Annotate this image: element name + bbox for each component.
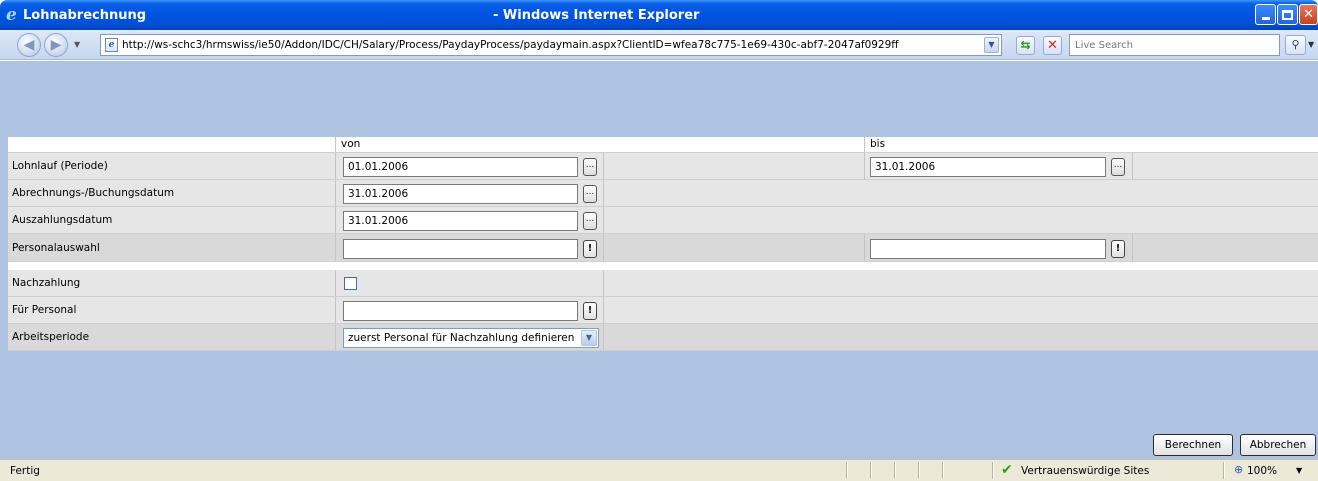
header-banner [0, 61, 1318, 137]
stop-icon: ✕ [1047, 38, 1058, 53]
address-dropdown-button[interactable]: ▼ [984, 37, 999, 53]
close-icon: ✕ [1303, 7, 1314, 22]
arbeitsperiode-selected-value: zuerst Personal für Nachzahlung definier… [348, 332, 575, 344]
lohnlauf-from-input[interactable]: 01.01.2006 [343, 157, 578, 177]
nachzahlung-checkbox[interactable] [344, 277, 357, 290]
refresh-icon: ⇆ [1020, 38, 1031, 52]
row-spacer [8, 262, 1318, 270]
security-zone-label[interactable]: Vertrauenswürdige Sites [1021, 465, 1149, 477]
label-fuer-personal: Für Personal [12, 304, 77, 316]
address-toolbar: ◀ ▶ ▼ e http://ws-schc3/hrmswiss/ie50/Ad… [0, 30, 1318, 60]
lohnlauf-from-picker-button[interactable]: ... [583, 158, 597, 176]
label-buchungsdatum: Abrechnungs-/Buchungsdatum [12, 187, 175, 199]
row-arbeitsperiode: Arbeitsperiode zuerst Personal für Nachz… [8, 324, 1318, 351]
label-personalauswahl: Personalauswahl [12, 241, 100, 254]
minimize-icon [1261, 17, 1270, 20]
live-search-box[interactable] [1069, 34, 1280, 56]
row-buchungsdatum: Abrechnungs-/Buchungsdatum 31.01.2006 ..… [8, 180, 1318, 207]
window-app-title: - Windows Internet Explorer [493, 8, 700, 23]
back-arrow-icon: ◀ [23, 37, 35, 53]
row-lohnlauf: Lohnlauf (Periode) 01.01.2006 ... 31.01.… [8, 153, 1318, 180]
label-lohnlauf: Lohnlauf (Periode) [12, 160, 108, 172]
zoom-icon: ⊕ [1234, 463, 1244, 476]
page-content: von bis Lohnlauf (Periode) 01.01.2006 ..… [0, 61, 1318, 459]
column-header-row: von bis [8, 137, 1318, 153]
calculate-button[interactable]: Berechnen [1153, 434, 1233, 456]
fuer-personal-input[interactable] [343, 301, 578, 321]
row-personalauswahl: Personalauswahl ! ! [8, 234, 1318, 262]
close-button[interactable]: ✕ [1299, 4, 1318, 25]
back-button[interactable]: ◀ [17, 33, 41, 57]
search-button[interactable]: ⚲ [1285, 35, 1306, 55]
refresh-button[interactable]: ⇆ [1016, 36, 1035, 55]
label-nachzahlung: Nachzahlung [12, 277, 81, 289]
forward-arrow-icon: ▶ [50, 37, 62, 53]
live-search-input[interactable] [1070, 35, 1279, 55]
trusted-zone-icon: ✔ [1001, 462, 1013, 478]
address-bar[interactable]: e http://ws-schc3/hrmswiss/ie50/Addon/ID… [100, 34, 1002, 56]
address-url[interactable]: http://ws-schc3/hrmswiss/ie50/Addon/IDC/… [122, 39, 899, 51]
title-bar: e Lohnabrechnung - Windows Internet Expl… [0, 0, 1318, 30]
personalauswahl-from-input[interactable] [343, 239, 578, 259]
lohnlauf-to-input[interactable]: 31.01.2006 [870, 157, 1106, 177]
label-auszahlungsdatum: Auszahlungsdatum [12, 214, 113, 226]
row-auszahlungsdatum: Auszahlungsdatum 31.01.2006 ... [8, 207, 1318, 234]
search-icon: ⚲ [1291, 38, 1300, 51]
zoom-level[interactable]: 100% [1247, 465, 1277, 477]
arbeitsperiode-select[interactable]: zuerst Personal für Nachzahlung definier… [343, 328, 599, 348]
auszahlungsdatum-input[interactable]: 31.01.2006 [343, 211, 578, 231]
search-options-dropdown[interactable]: ▼ [1308, 40, 1314, 49]
label-arbeitsperiode: Arbeitsperiode [12, 331, 90, 343]
zoom-dropdown[interactable]: ▼ [1296, 466, 1302, 475]
window-page-title: Lohnabrechnung [23, 8, 147, 23]
minimize-button[interactable] [1255, 4, 1276, 25]
maximize-icon [1282, 9, 1293, 20]
forward-button[interactable]: ▶ [44, 33, 68, 57]
ie-logo-icon: e [6, 5, 17, 25]
fuer-personal-select-button[interactable]: ! [583, 302, 597, 320]
cancel-button[interactable]: Abbrechen [1240, 434, 1316, 456]
auszahlungsdatum-picker-button[interactable]: ... [583, 212, 597, 230]
column-header-from: von [341, 138, 361, 150]
personalauswahl-from-select-button[interactable]: ! [583, 240, 597, 258]
stop-button[interactable]: ✕ [1043, 36, 1062, 55]
page-icon: e [105, 38, 118, 52]
chevron-down-icon[interactable]: ▼ [581, 330, 597, 346]
row-nachzahlung: Nachzahlung [8, 270, 1318, 297]
buchungsdatum-picker-button[interactable]: ... [583, 185, 597, 203]
lohnlauf-to-picker-button[interactable]: ... [1111, 158, 1125, 176]
column-header-to: bis [870, 138, 886, 150]
recent-pages-dropdown[interactable]: ▼ [74, 40, 80, 49]
maximize-button[interactable] [1277, 4, 1298, 25]
status-bar: Fertig ✔ Vertrauenswürdige Sites ⊕ 100% … [0, 459, 1318, 481]
buchungsdatum-input[interactable]: 31.01.2006 [343, 184, 578, 204]
personalauswahl-to-input[interactable] [870, 239, 1106, 259]
status-text: Fertig [10, 465, 40, 477]
row-fuer-personal: Für Personal ! [8, 297, 1318, 324]
personalauswahl-to-select-button[interactable]: ! [1111, 240, 1125, 258]
